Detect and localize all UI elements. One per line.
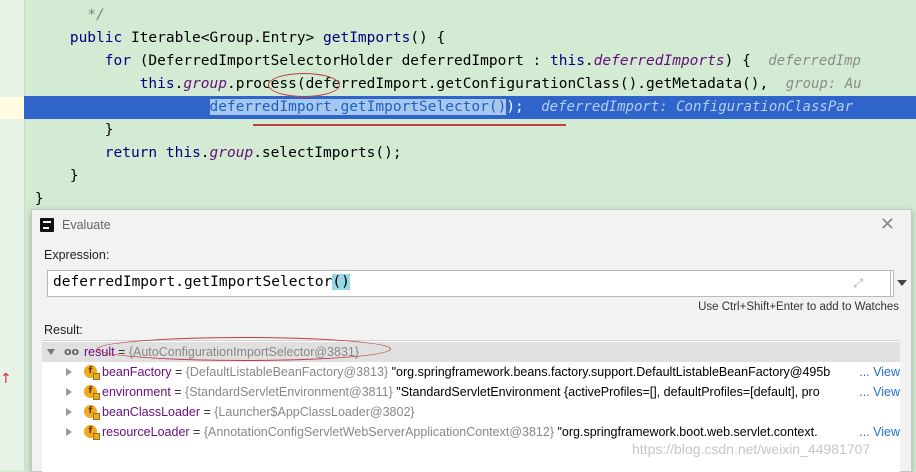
result-label: Result: <box>44 323 83 337</box>
lock-icon <box>93 433 100 440</box>
code-line: this.group.process(deferredImport.getCon… <box>139 76 862 92</box>
code-line: } <box>104 122 114 138</box>
tree-row-field[interactable]: f resourceLoader = {AnnotationConfigServ… <box>42 422 900 442</box>
code-line: } <box>69 168 79 184</box>
view-link[interactable]: ... View <box>855 425 900 439</box>
watches-hint: Use Ctrl+Shift+Enter to add to Watches <box>698 301 899 313</box>
lock-icon <box>93 373 100 380</box>
tree-row-field[interactable]: f environment = {StandardServletEnvironm… <box>42 382 900 402</box>
selected-expression[interactable]: deferredImport.getImportSelector() <box>209 99 507 115</box>
dialog-title: Evaluate <box>62 218 111 232</box>
expand-arrow-icon[interactable] <box>66 368 72 376</box>
matching-paren: () <box>332 274 350 290</box>
collapse-icon[interactable] <box>47 349 55 355</box>
view-link[interactable]: ... View <box>855 385 900 399</box>
lock-icon <box>93 413 100 420</box>
code-line-selected: deferredImport.getImportSelector()); def… <box>209 99 854 115</box>
annotation-underline <box>253 124 566 126</box>
tree-row-field[interactable]: f beanClassLoader = {Launcher$AppClassLo… <box>42 402 900 422</box>
dialog-titlebar[interactable]: Evaluate ✕ <box>32 210 911 240</box>
lock-icon <box>93 393 100 400</box>
inline-hint: deferredImport: ConfigurationClassPar <box>541 99 854 115</box>
expand-arrow-icon[interactable] <box>66 428 72 436</box>
view-link[interactable]: ... View <box>855 365 900 379</box>
expand-icon[interactable]: ⤢ <box>853 276 863 291</box>
tree-row-field[interactable]: f beanFactory = {DefaultListableBeanFact… <box>42 362 900 382</box>
gutter-marker-icon: ↑ <box>0 371 12 387</box>
annotation-circle <box>97 337 391 361</box>
intellij-logo-icon <box>40 218 54 232</box>
expression-label: Expression: <box>44 248 110 262</box>
code-line: public Iterable<Group.Entry> getImports(… <box>69 30 446 46</box>
inline-hint: deferredImp <box>768 53 861 69</box>
close-icon[interactable]: ✕ <box>880 214 895 235</box>
expression-input[interactable]: deferredImport.getImportSelector() ⤢ <box>47 270 907 297</box>
inline-hint: group: Au <box>785 76 862 92</box>
watermark: https://blog.csdn.net/weixin_44981707 <box>632 441 871 457</box>
history-dropdown-button[interactable] <box>890 271 913 296</box>
code-line: } <box>34 191 44 207</box>
code-line: return this.group.selectImports(); <box>104 145 402 161</box>
chevron-down-icon <box>897 280 907 286</box>
code-line: */ <box>87 7 105 23</box>
expand-arrow-icon[interactable] <box>66 388 72 396</box>
object-icon: oo <box>64 345 80 358</box>
expand-arrow-icon[interactable] <box>66 408 72 416</box>
annotation-circle <box>268 73 340 97</box>
code-line: for (DeferredImportSelectorHolder deferr… <box>104 53 861 69</box>
